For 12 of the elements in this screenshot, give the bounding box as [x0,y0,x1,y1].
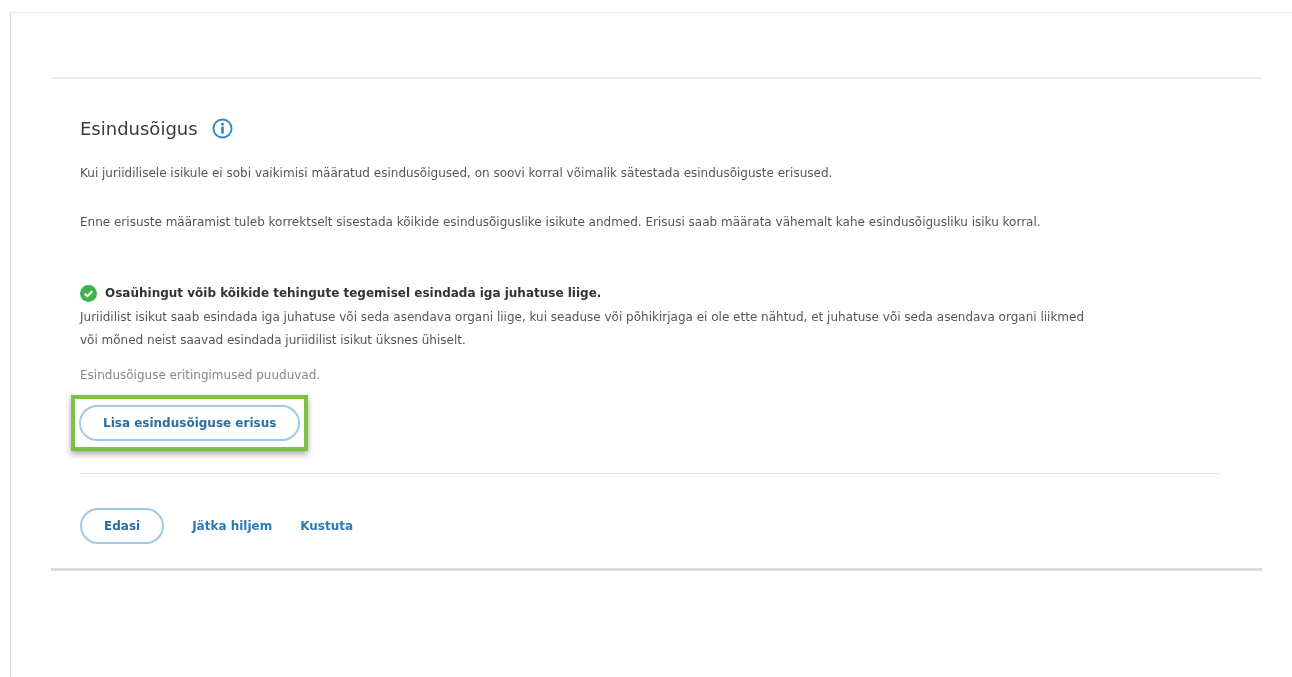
status-description: Juriidilist isikut saab esindada iga juhatuse või seda asendava organi liige, kui seaduse või põhikirjaga ei ole ette nähtud, et juhatuse või seda asendava organi liikmed või mõned neist saavad esindada juriidilist isikut üksnes ühiselt. [80,309,1086,349]
section-title: Esindusõigus [80,117,198,141]
add-exception-button[interactable]: Lisa esindusõiguse erisus [79,405,301,441]
action-link[interactable]: Kustuta [300,517,354,535]
paragraph: Enne erisuste määramist tuleb korrektselt sisestada kõikide esindusõiguslike isikute andmed. Erisusi saab määrata vähemalt kahe esindusõigusliku isiku korral. [80,214,1042,231]
checkmark-icon [80,284,97,302]
action-link[interactable]: Jätka hiljem [192,517,273,535]
info-icon[interactable] [211,118,233,139]
status-note: Esindusõiguse eritingimused puuduvad. [80,367,322,384]
next-button[interactable]: Edasi [80,508,165,544]
paragraph: Kui juriidilisele isikule ei sobi vaikimisi määratud esindusõigused, on soovi korral võimalik sätestada esindusõiguste erisused. [80,165,834,182]
status-title: Osaühingut võib kõikide tehingute tegemisel esindada iga juhatuse liige. [105,285,602,302]
